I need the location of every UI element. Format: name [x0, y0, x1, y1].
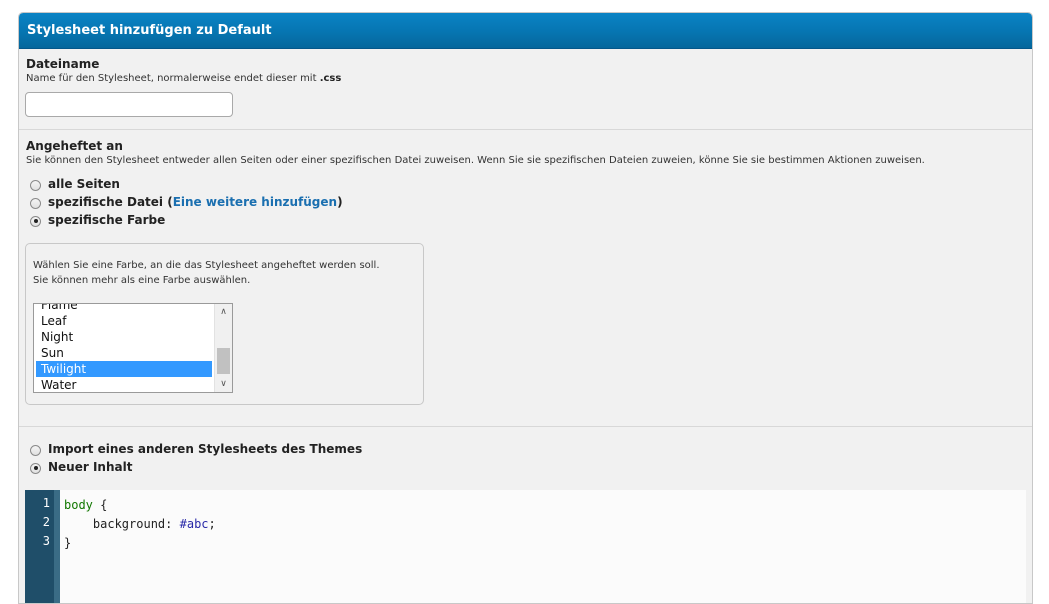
radio-button-checked[interactable]	[30, 215, 41, 227]
line-number: 2	[42, 515, 50, 529]
attached-section	[19, 129, 1032, 130]
radio-button-checked[interactable]	[30, 462, 41, 474]
code-brace: }	[64, 536, 72, 550]
css-property: background:	[92, 517, 173, 531]
css-selector: body	[64, 498, 93, 512]
radio-all-pages[interactable]: alle Seiten	[30, 175, 120, 192]
radio-button[interactable]	[30, 444, 41, 456]
line-number-gutter: 1 2 3	[25, 490, 54, 603]
radio-label-suffix: )	[337, 194, 343, 209]
radio-button[interactable]	[30, 179, 41, 191]
filename-label: Dateiname	[26, 57, 100, 71]
attached-label: Angeheftet an	[26, 139, 123, 153]
radio-label-specific-color: spezifische Farbe	[48, 212, 166, 227]
content-section	[19, 426, 1032, 427]
scroll-thumb[interactable]	[217, 348, 230, 374]
code-semicolon: ;	[208, 517, 216, 531]
radio-specific-file[interactable]: spezifische Datei (Eine weitere hinzufüg…	[30, 193, 343, 210]
color-option-sun[interactable]: Sun	[36, 345, 212, 361]
radio-label-all-pages: alle Seiten	[48, 176, 120, 191]
color-option-leaf[interactable]: Leaf	[36, 313, 212, 329]
filename-desc-text: Name für den Stylesheet, normalerweise e…	[26, 73, 320, 84]
line-number: 1	[42, 496, 50, 510]
radio-new-content[interactable]: Neuer Inhalt	[30, 458, 132, 475]
code-content[interactable]: body { background: #abc;}	[64, 496, 216, 553]
radio-button[interactable]	[30, 197, 41, 209]
radio-label-import: Import eines anderen Stylesheets des The…	[48, 441, 363, 456]
filename-description: Name für den Stylesheet, normalerweise e…	[26, 73, 341, 84]
stylesheet-panel: Stylesheet hinzufügen zu Default Dateina…	[18, 12, 1033, 604]
radio-label-new-content: Neuer Inhalt	[48, 459, 133, 474]
gutter-divider	[54, 490, 60, 603]
color-listbox[interactable]: Flame Leaf Night Sun Twilight Water ∧ ∨	[33, 303, 233, 393]
code-line: }	[64, 534, 216, 553]
code-line: background: #abc;	[64, 515, 216, 534]
color-select-box: Wählen Sie eine Farbe, an die das Styles…	[25, 243, 424, 405]
panel-title: Stylesheet hinzufügen zu Default	[19, 13, 1032, 49]
radio-specific-color[interactable]: spezifische Farbe	[30, 211, 165, 228]
filename-desc-ext: .css	[319, 73, 342, 84]
color-option-flame[interactable]: Flame	[36, 304, 212, 313]
color-hint: Wählen Sie eine Farbe, an die das Styles…	[33, 260, 380, 286]
css-value: #abc	[179, 517, 209, 531]
code-line: body {	[64, 496, 216, 515]
filename-input[interactable]	[25, 92, 233, 117]
color-options: Flame Leaf Night Sun Twilight Water	[36, 304, 212, 392]
color-option-night[interactable]: Night	[36, 329, 212, 345]
listbox-scrollbar[interactable]: ∧ ∨	[214, 304, 232, 392]
radio-label-specific-file: spezifische Datei (	[48, 194, 173, 209]
scroll-up-arrow-icon[interactable]: ∧	[215, 304, 232, 320]
code-brace: {	[92, 498, 108, 512]
code-editor[interactable]: 1 2 3 body { background: #abc;}	[25, 490, 1026, 603]
scroll-down-arrow-icon[interactable]: ∨	[215, 376, 232, 392]
attached-description: Sie können den Stylesheet entweder allen…	[26, 155, 925, 166]
color-option-water[interactable]: Water	[36, 377, 212, 392]
add-another-link[interactable]: Eine weitere hinzufügen	[173, 195, 337, 209]
line-number: 3	[42, 534, 50, 548]
color-option-twilight[interactable]: Twilight	[36, 361, 212, 377]
radio-import-stylesheet[interactable]: Import eines anderen Stylesheets des The…	[30, 440, 362, 457]
